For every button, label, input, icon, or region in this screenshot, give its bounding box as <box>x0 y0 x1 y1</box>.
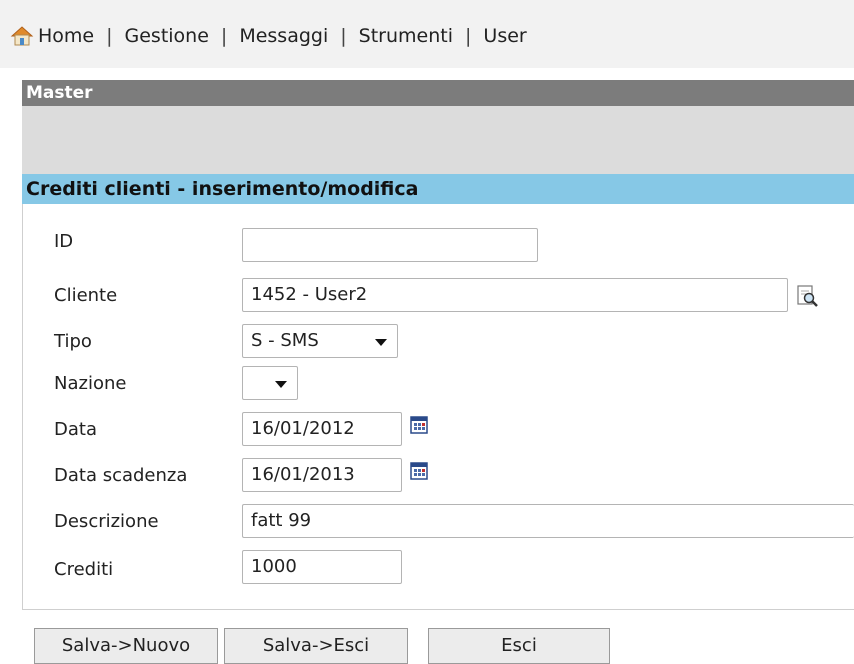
home-icon[interactable] <box>10 25 34 47</box>
descrizione-label: Descrizione <box>54 511 159 532</box>
descrizione-field[interactable]: fatt 99 <box>242 504 854 538</box>
save-new-button[interactable]: Salva->Nuovo <box>34 628 218 664</box>
chevron-down-icon <box>275 381 287 388</box>
tipo-select[interactable]: S - SMS <box>242 324 398 358</box>
exit-button[interactable]: Esci <box>428 628 610 664</box>
nav-gestione[interactable]: Gestione <box>125 25 209 47</box>
nav-row: Home | Gestione | Messaggi | Strumenti |… <box>10 24 527 48</box>
data-label: Data <box>54 419 97 440</box>
nav-strumenti[interactable]: Strumenti <box>359 25 453 47</box>
cliente-field[interactable]: 1452 - User2 <box>242 278 788 312</box>
calendar-icon[interactable] <box>410 462 428 480</box>
crediti-field[interactable]: 1000 <box>242 550 402 584</box>
nav-separator: | <box>220 25 228 47</box>
id-label: ID <box>54 231 74 252</box>
data-scadenza-field[interactable]: 16/01/2013 <box>242 458 402 492</box>
top-navigation: Home | Gestione | Messaggi | Strumenti |… <box>0 0 854 68</box>
nav-user[interactable]: User <box>483 25 526 47</box>
form-panel <box>22 204 854 610</box>
master-content-area <box>22 106 854 174</box>
nav-separator: | <box>465 25 472 47</box>
nav-messaggi[interactable]: Messaggi <box>239 25 328 47</box>
data-scadenza-label: Data scadenza <box>54 465 188 486</box>
nav-separator: | <box>106 25 113 47</box>
nav-home[interactable]: Home <box>38 25 94 47</box>
calendar-icon[interactable] <box>410 416 428 434</box>
chevron-down-icon <box>375 339 387 346</box>
tipo-label: Tipo <box>54 331 92 352</box>
cliente-label: Cliente <box>54 285 118 306</box>
magnifier-document-icon[interactable] <box>796 284 820 308</box>
master-header: Master <box>22 80 854 106</box>
id-field[interactable] <box>242 228 538 262</box>
nazione-select[interactable] <box>242 366 298 400</box>
nav-separator: | <box>340 25 347 47</box>
data-field[interactable]: 16/01/2012 <box>242 412 402 446</box>
tipo-selected-value: S - SMS <box>251 330 319 351</box>
nazione-label: Nazione <box>54 373 127 394</box>
section-title: Crediti clienti - inserimento/modifica <box>22 174 854 204</box>
crediti-label: Crediti <box>54 559 114 580</box>
save-exit-button[interactable]: Salva->Esci <box>224 628 408 664</box>
